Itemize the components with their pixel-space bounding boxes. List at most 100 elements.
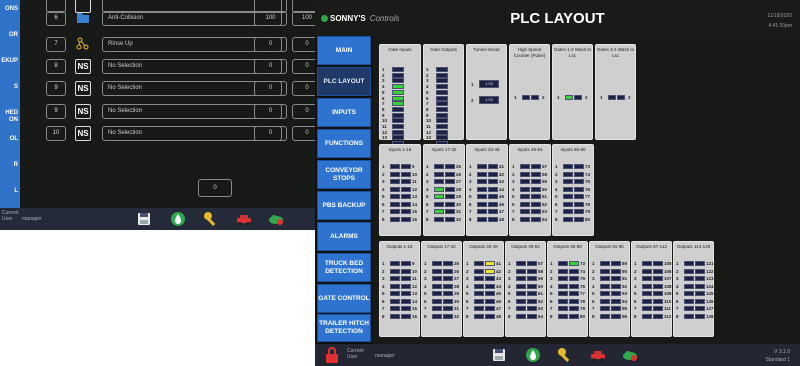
current-user-label: Current User [2,210,19,222]
nav-plc-layout[interactable]: PLC LAYOUT [317,67,371,96]
row-value-2[interactable]: 0 [292,59,316,74]
io-indicator [617,95,625,100]
folder-icon[interactable] [75,11,91,26]
io-indicator [485,276,495,281]
io-indicator [445,186,455,192]
nodes-icon[interactable] [75,37,91,52]
outputs-panel-5: Outputs 65-80 1 73 2 74 3 75 4 76 5 77 6 78 7 79 8 80 [547,241,588,337]
io-indicator [390,261,400,266]
io-indicator [695,261,705,266]
panel-title: Inputs 33-48 [474,147,500,152]
io-number: 29 [456,194,462,199]
row-value-1[interactable]: 0 [254,37,287,52]
ns-icon[interactable]: NS [75,126,91,141]
save-icon[interactable] [491,347,507,363]
io-number: 8 [466,313,469,319]
row-value-2[interactable]: 0 [292,126,316,141]
io-indicator [488,201,498,207]
ns-icon[interactable]: NS [75,81,91,96]
io-indicator [600,313,610,319]
nav-conveyor-stops[interactable]: CONVEYOR STOPS [317,160,371,189]
io-number: 16 [412,216,418,222]
io-indicator [653,276,663,281]
ns-icon[interactable]: NS [75,59,91,74]
row-value-2[interactable]: 0 [292,104,316,119]
io-number: 79 [585,209,591,214]
io-indicator [611,261,621,266]
car-icon[interactable] [236,211,252,227]
io-number: 73 [580,261,586,266]
key-icon[interactable] [203,211,219,227]
io-number: 6 [424,298,427,304]
io-number: 29 [454,291,460,296]
io-number: 6 [382,201,385,207]
nav-inputs[interactable]: INPUTS [317,98,371,127]
io-number: 4 [555,186,558,192]
row-value-1[interactable]: 0 [254,59,287,74]
io-number: 44 [496,283,502,289]
io-number: 3 [469,179,472,184]
io-number: 5 [382,89,385,95]
io-number: 3 [592,276,595,281]
io-indicator [392,106,404,112]
io-indicator [520,179,530,184]
io-number: 58 [542,171,548,177]
key-icon[interactable] [557,347,573,363]
car-icon[interactable] [590,347,606,363]
cloud-sync-icon[interactable] [622,347,638,363]
row-value-1[interactable]: 0 [254,126,287,141]
page-number-box[interactable]: 0 [198,179,232,197]
panel-title: Outputs 49-64 [511,244,540,249]
io-number: 10 [412,268,418,274]
io-number: 3 [512,179,515,184]
io-indicator [695,306,705,311]
io-indicator [684,268,694,274]
io-number: 8 [592,313,595,319]
ns-icon[interactable]: NS [75,104,91,119]
io-number: 8 [508,313,511,319]
row-value-1[interactable]: 0 [254,104,287,119]
nav-alarms[interactable]: ALARMS [317,222,371,251]
nav-gate-control[interactable]: GATE CONTROL [317,284,371,313]
gate-inputs-panel: Gate Inputs12345678910111213141516 [379,44,421,158]
io-number: 11 [412,179,417,184]
io-indicator [392,89,404,95]
io-indicator [443,298,453,304]
io-indicator [684,313,694,319]
io-number: 6 [426,95,429,101]
io-number: 1 [600,95,603,100]
cloud-sync-icon[interactable] [268,211,284,227]
panel-title: Tunnel Sonar [473,47,500,52]
lock-icon[interactable] [325,347,339,363]
row-value-1[interactable]: 100 [254,11,287,26]
nav-truck-bed-detection[interactable]: TRUCK BED DETECTION [317,253,371,282]
io-indicator [642,298,652,304]
water-drop-icon[interactable] [170,211,186,227]
io-indicator [390,194,400,199]
io-number: 4 [550,283,553,289]
row-value-2[interactable]: 0 [292,37,316,52]
row-value-2[interactable]: 100 [292,11,316,26]
io-indicator [563,179,573,184]
io-number: 126 [706,298,714,304]
io-indicator [642,268,652,274]
nav-pbs-backup[interactable]: PBS BACKUP [317,191,371,220]
nav-trailer-hitch-detection[interactable]: TRAILER HITCH DETECTION [317,314,371,342]
panel-title: Outputs 1-16 [386,244,413,249]
nav-main[interactable]: MAIN [317,36,371,65]
row-number: 9 [46,81,66,96]
io-number: 7 [592,306,595,311]
io-indicator [695,291,705,296]
gates-3-4-panel: Gates 3-4 Wash to Lsc 1 2 [595,44,636,140]
row-value-1[interactable]: 0 [254,81,287,96]
nav-functions[interactable]: FUNCTIONS [317,129,371,158]
save-icon[interactable] [136,211,152,227]
row-value-2[interactable]: 0 [292,81,316,96]
io-number: 8 [512,216,515,222]
water-drop-icon[interactable] [525,347,541,363]
io-indicator [434,201,444,207]
io-number: 8 [634,313,637,319]
io-indicator [531,95,539,100]
io-indicator [401,313,411,319]
io-number: 30 [454,298,460,304]
